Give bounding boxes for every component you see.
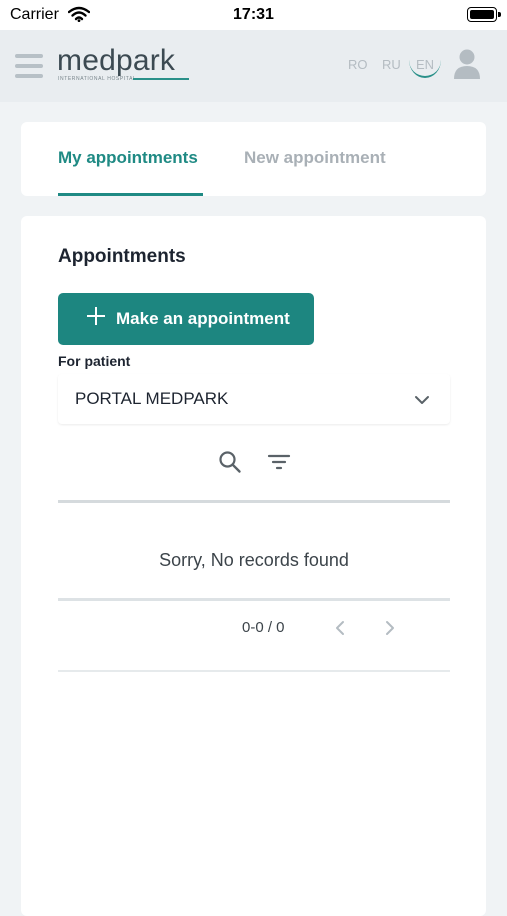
empty-state-message: Sorry, No records found [159, 550, 349, 570]
tabs-card: My appointments New appointment [21, 122, 486, 196]
user-icon[interactable] [453, 48, 481, 80]
tab-my-appointments[interactable]: My appointments [58, 148, 198, 168]
pagination-range: 0-0 / 0 [242, 619, 285, 636]
appointments-card: Appointments Make an appointment For pat… [21, 216, 486, 916]
plus-icon [86, 305, 106, 325]
table-header-divider [58, 500, 450, 503]
lang-en[interactable]: EN [416, 57, 434, 72]
hamburger-icon[interactable] [15, 54, 43, 80]
active-tab-indicator [58, 193, 203, 196]
patient-select[interactable]: PORTAL MEDPARK [58, 374, 450, 424]
status-bar: Carrier 17:31 [0, 0, 507, 30]
lang-ru[interactable]: RU [382, 57, 401, 72]
patient-select-value: PORTAL MEDPARK [75, 389, 229, 408]
lang-ro[interactable]: RO [348, 57, 368, 72]
table-footer-divider [58, 598, 450, 601]
search-icon[interactable] [218, 450, 242, 479]
logo-text: medpark [57, 44, 176, 77]
filter-icon[interactable] [267, 450, 291, 479]
patient-label: For patient [58, 353, 131, 369]
make-appointment-label: Make an appointment [116, 309, 290, 328]
tab-new-appointment[interactable]: New appointment [244, 148, 386, 168]
chevron-left-icon[interactable] [334, 620, 346, 641]
chevron-down-icon [414, 392, 430, 410]
logo-underline [133, 78, 189, 80]
pagination-divider [58, 670, 450, 672]
page-title: Appointments [58, 246, 186, 267]
logo-subtext: INTERNATIONAL HOSPITAL [58, 76, 137, 82]
make-appointment-button[interactable]: Make an appointment [58, 293, 314, 345]
chevron-right-icon[interactable] [384, 620, 396, 641]
medpark-logo: medpark INTERNATIONAL HOSPITAL [57, 42, 197, 90]
battery-icon [467, 7, 501, 22]
app-header: medpark INTERNATIONAL HOSPITAL RO RU EN [0, 30, 507, 102]
clock: 17:31 [233, 6, 274, 23]
